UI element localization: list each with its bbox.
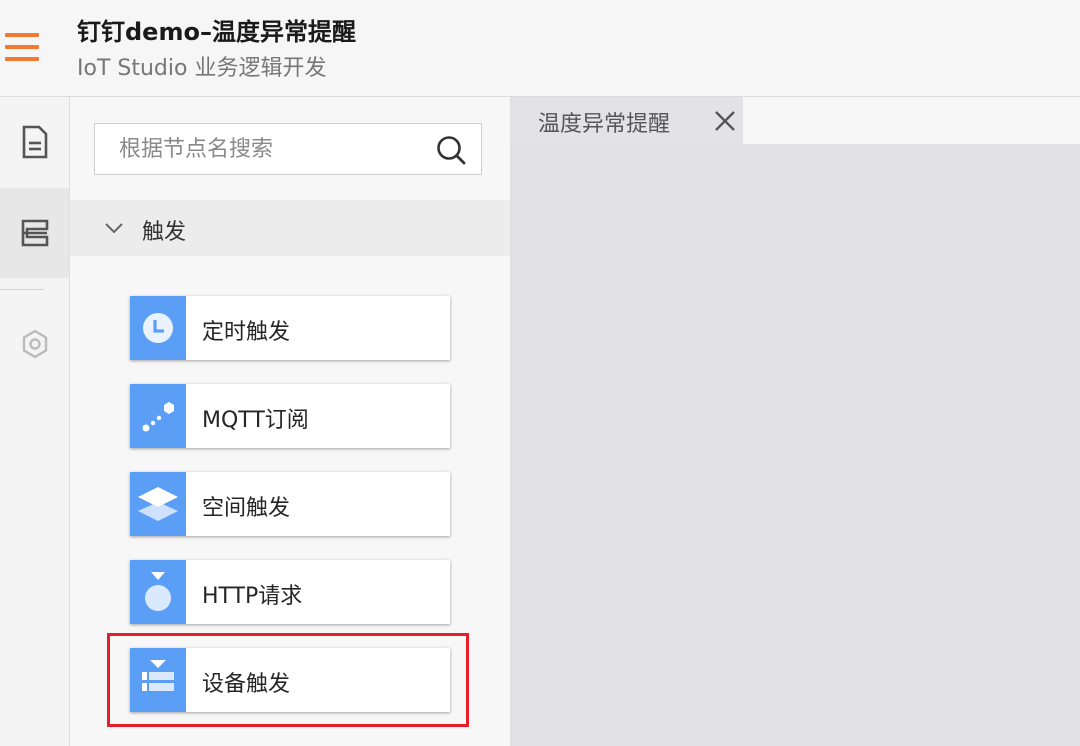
tab-bar: 温度异常提醒 xyxy=(511,97,1080,144)
app-subtitle: IoT Studio 业务逻辑开发 xyxy=(77,56,327,81)
rail-divider xyxy=(0,289,44,290)
left-rail xyxy=(0,97,70,746)
chevron-down-icon xyxy=(105,223,123,234)
node-device-trigger[interactable]: 设备触发 xyxy=(130,648,450,712)
close-icon[interactable] xyxy=(713,109,737,133)
rail-settings-button[interactable] xyxy=(0,299,69,389)
trigger-group-header[interactable]: 触发 xyxy=(70,200,510,256)
node-label: 空间触发 xyxy=(202,496,291,521)
search-box xyxy=(94,123,482,175)
canvas-workspace[interactable]: 温度异常提醒 xyxy=(511,97,1080,746)
search-icon[interactable] xyxy=(435,134,467,166)
layers-icon xyxy=(138,487,178,521)
node-label: MQTT订阅 xyxy=(202,408,309,433)
app-header: 钉钉demo–温度异常提醒 IoT Studio 业务逻辑开发 xyxy=(0,0,1080,97)
node-mqtt-subscribe[interactable]: MQTT订阅 xyxy=(130,384,450,448)
node-panel: 触发 定时触发 MQTT订阅 xyxy=(70,97,511,746)
search-input[interactable] xyxy=(95,124,425,174)
node-library-icon xyxy=(21,219,48,247)
node-timer-trigger[interactable]: 定时触发 xyxy=(130,296,450,360)
device-trigger-icon xyxy=(142,660,174,691)
rail-node-library-button[interactable] xyxy=(0,188,69,278)
hexagon-settings-icon xyxy=(22,329,47,359)
group-label: 触发 xyxy=(142,220,187,245)
tab-label: 温度异常提醒 xyxy=(538,112,671,137)
node-space-trigger[interactable]: 空间触发 xyxy=(130,472,450,536)
mqtt-icon xyxy=(142,402,174,432)
document-icon xyxy=(22,125,47,159)
node-label: 设备触发 xyxy=(202,672,291,697)
tab-temperature-alert[interactable]: 温度异常提醒 xyxy=(511,97,743,144)
node-label: HTTP请求 xyxy=(202,584,303,609)
node-http-request[interactable]: HTTP请求 xyxy=(130,560,450,624)
node-label: 定时触发 xyxy=(202,320,291,345)
clock-icon xyxy=(143,313,173,343)
app-title: 钉钉demo–温度异常提醒 xyxy=(77,18,356,46)
rail-document-button[interactable] xyxy=(0,97,69,187)
hamburger-menu-icon[interactable] xyxy=(5,33,39,63)
http-request-icon xyxy=(145,572,171,611)
